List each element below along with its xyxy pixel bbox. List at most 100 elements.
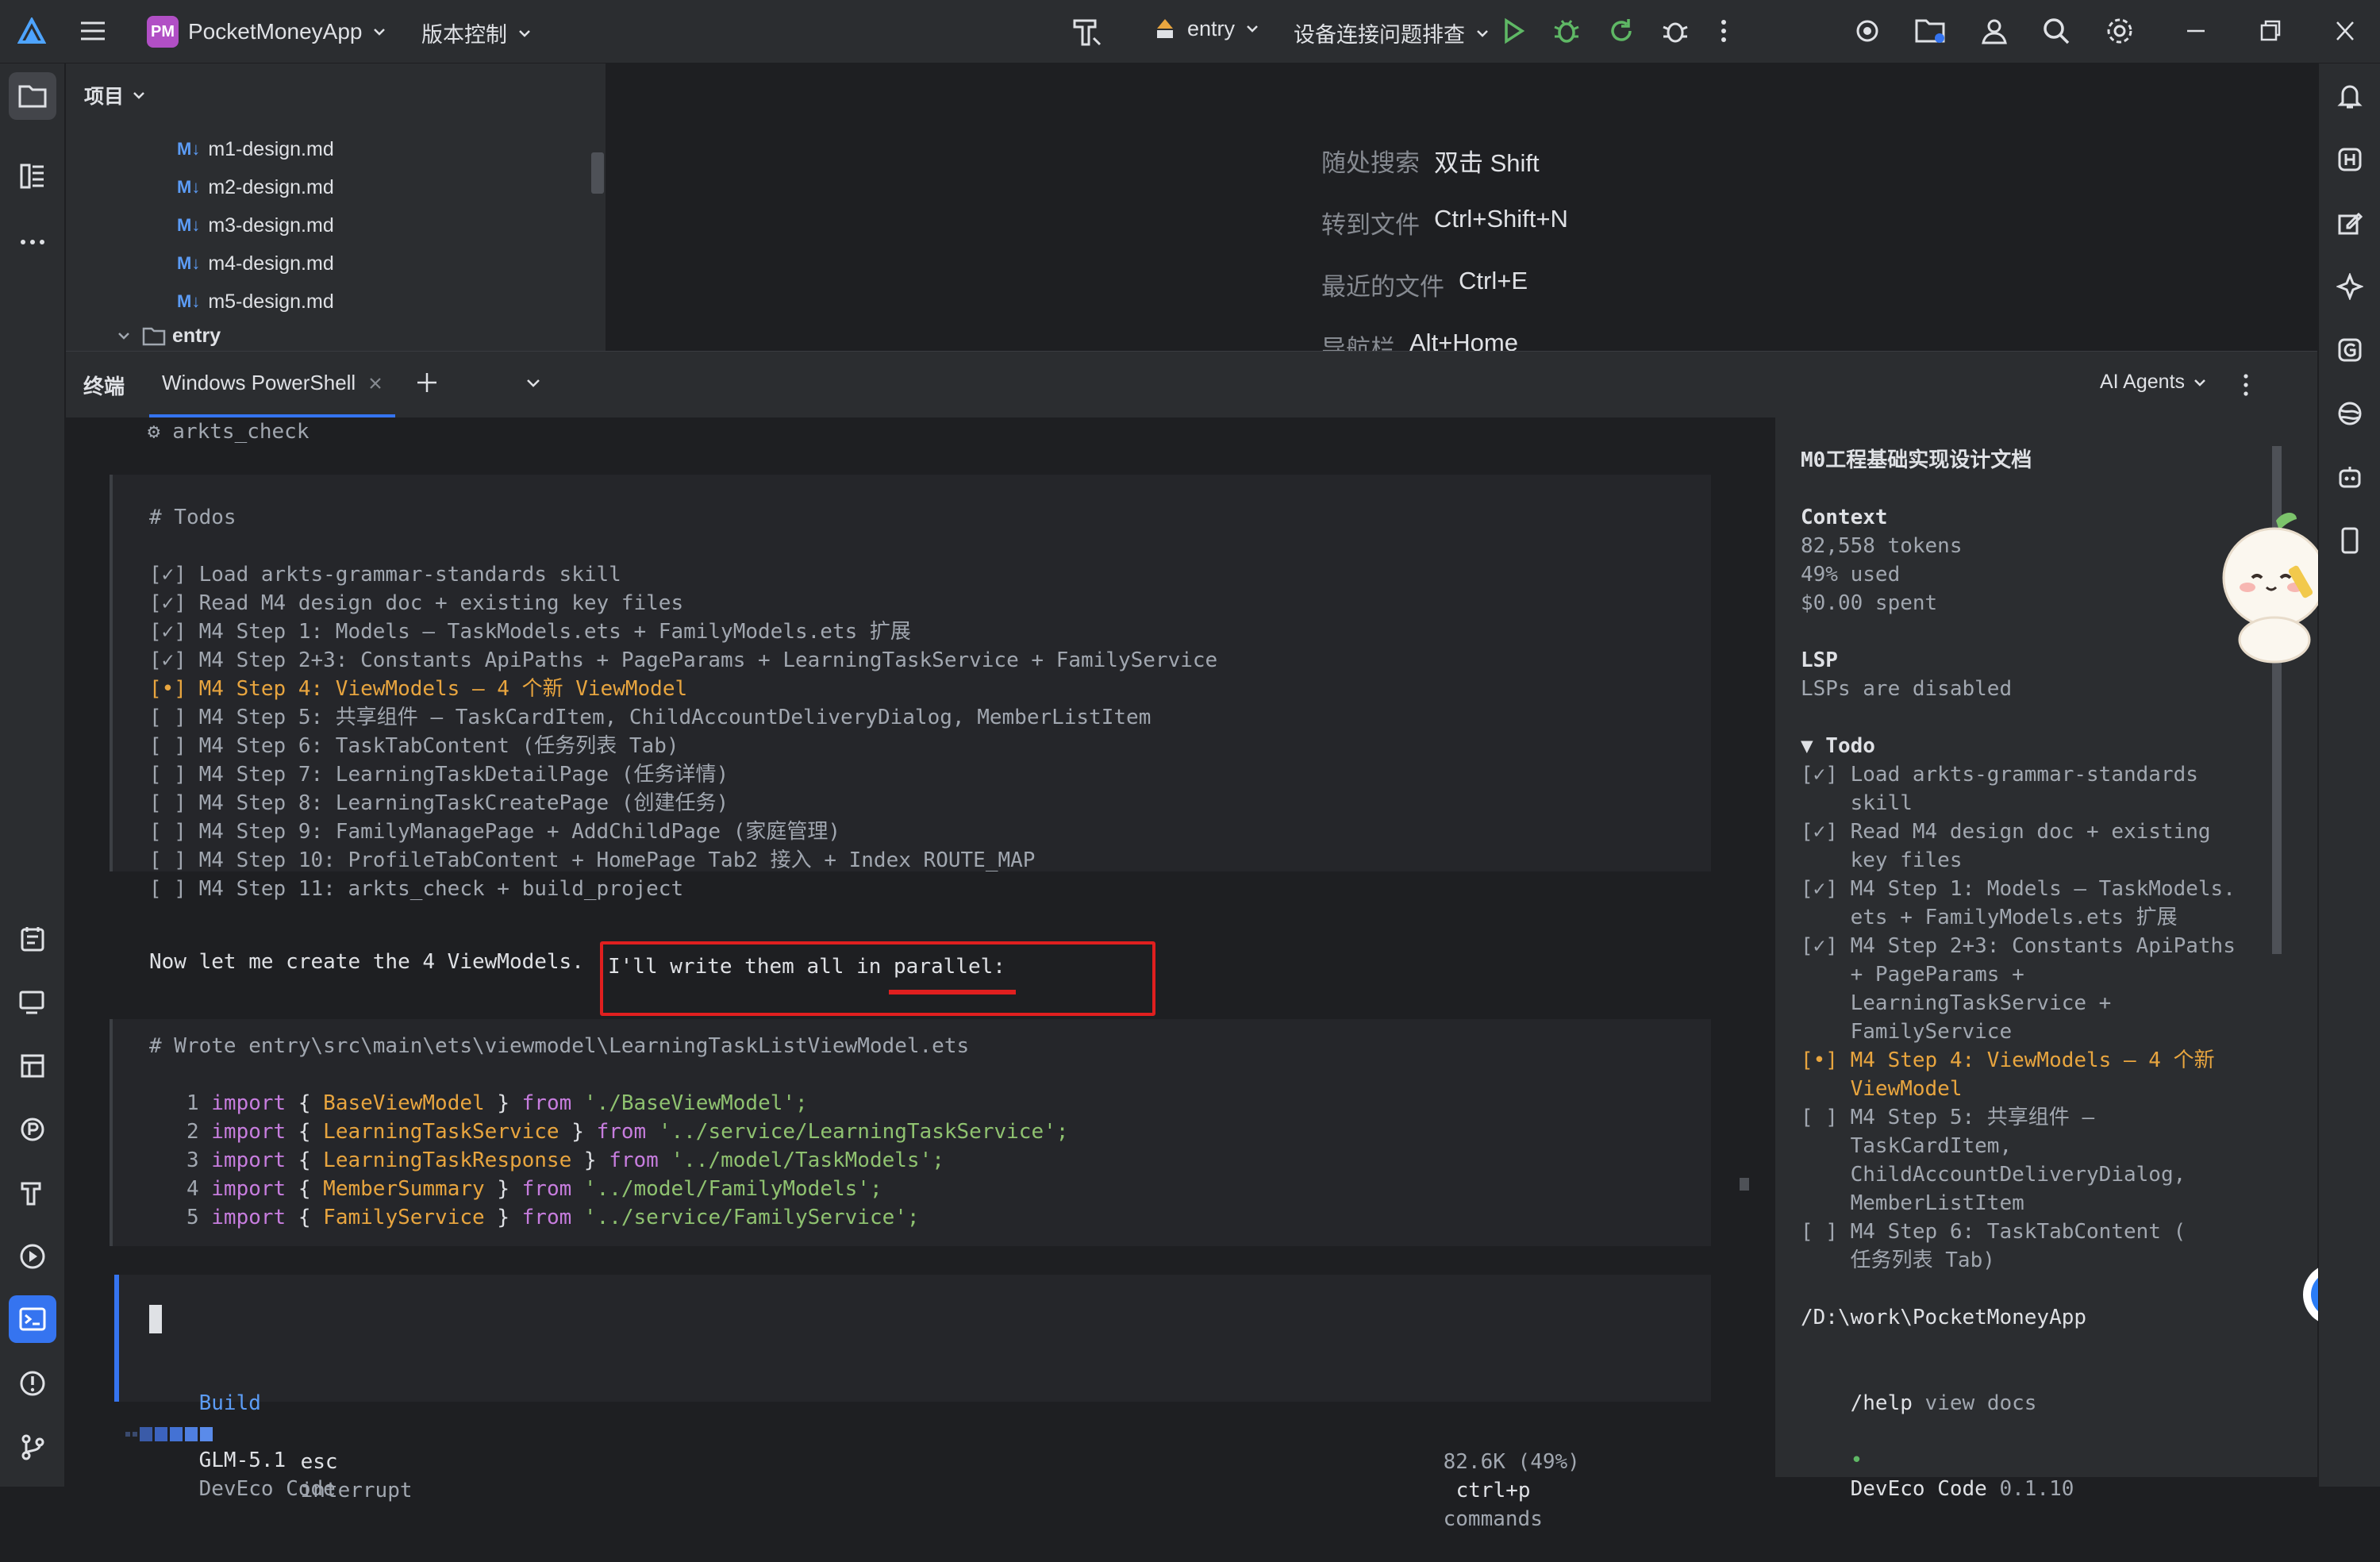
terminal-scrollbar[interactable] [1740, 1178, 1749, 1191]
project-scrollbar[interactable] [591, 152, 604, 194]
project-panel-title: 项目 [84, 86, 125, 108]
run-tool-icon[interactable] [9, 1233, 56, 1280]
tree-file-item[interactable]: M↓ m3-design.md [177, 207, 334, 244]
lsp-status: LSPs are disabled [1801, 677, 2013, 701]
sidebar-todo-line: TaskCardItem, [1801, 1134, 2013, 1158]
harmony-icon[interactable] [2326, 136, 2374, 183]
build-tool-icon[interactable] [9, 1169, 56, 1217]
edit-note-icon[interactable] [2326, 199, 2374, 247]
title-bar: PM PocketMoneyApp 版本控制 entry 设备连接问题排查 [0, 0, 2380, 63]
project-view-selector[interactable]: 项目 [84, 81, 146, 110]
attach-debugger-icon[interactable] [1660, 16, 1690, 46]
minimize-icon[interactable] [2184, 16, 2208, 46]
problems-icon[interactable] [9, 1360, 56, 1407]
project-switcher[interactable]: PM PocketMoneyApp [147, 16, 387, 48]
project-tool-icon[interactable] [9, 72, 56, 120]
prompt-input[interactable] [114, 1275, 1711, 1402]
tree-file-item[interactable]: M↓ m4-design.md [177, 245, 334, 282]
sidebar-todo-line: [✓] M4 Step 2+3: Constants ApiPaths [1801, 934, 2236, 958]
vcs-menu[interactable]: 版本控制 [421, 17, 533, 48]
code-line: 2 import { LearningTaskService } from '.… [149, 1118, 1068, 1146]
search-icon[interactable] [2041, 16, 2071, 46]
sidebar-todo-line: [✓] M4 Step 1: Models — TaskModels. [1801, 877, 2236, 901]
type-name: MemberSummary [323, 1177, 485, 1201]
tree-file-item[interactable]: M↓ m1-design.md [177, 131, 334, 167]
notifications-bell-icon[interactable] [2326, 72, 2374, 120]
ai-sparkle-icon[interactable] [2326, 263, 2374, 310]
run-config-selector[interactable]: entry [1152, 16, 1260, 41]
terminal-output[interactable]: ⚙ arkts_check # Todos [✓] Load arkts-gra… [86, 417, 1774, 1531]
context-used: 49% used [1801, 563, 1901, 587]
sidebar-todo-line: ets + FamilyModels.ets 扩展 [1801, 906, 2178, 929]
chevron-down-icon [2193, 375, 2207, 390]
todo-item: [ ] M4 Step 5: 共享组件 — TaskCardItem, Chil… [149, 706, 1152, 729]
device-phone-icon[interactable] [2326, 517, 2374, 564]
hint-recent-files: 最近的文件 Ctrl+E [1321, 267, 1528, 302]
account-icon[interactable] [1979, 16, 2009, 46]
hint-key: 双击 Shift [1434, 149, 1540, 177]
terminal-tool-icon[interactable] [9, 1295, 56, 1343]
mode-label: Build [198, 1391, 261, 1415]
more-vertical-icon[interactable] [1717, 16, 1730, 46]
todo-item: [✓] M4 Step 2+3: Constants ApiPaths + Pa… [149, 648, 1218, 672]
right-tool-window-bar [2318, 63, 2380, 1487]
git-branch-icon[interactable] [9, 1423, 56, 1471]
file-name: m5-design.md [208, 290, 334, 313]
brace: { [286, 1206, 324, 1229]
tab-label: Windows PowerShell [162, 371, 356, 394]
tab-windows-powershell[interactable]: Windows PowerShell [149, 352, 396, 418]
hint-key: Ctrl+Shift+N [1434, 205, 1568, 233]
close-icon[interactable] [2333, 17, 2357, 44]
todo-item: [ ] M4 Step 8: LearningTaskCreatePage (创… [149, 791, 729, 815]
ai-agents-selector[interactable]: AI Agents [2100, 371, 2207, 394]
esc-key: esc [300, 1450, 338, 1474]
device-selector[interactable]: 设备连接问题排查 [1294, 17, 1490, 48]
debug-icon[interactable] [1551, 16, 1582, 46]
project-structure-icon[interactable] [1914, 16, 1947, 46]
settings-gear-icon[interactable] [2105, 16, 2135, 46]
assistant-mascot-avatar[interactable] [2219, 505, 2330, 664]
todo-tool-icon[interactable] [9, 915, 56, 963]
device-label: 设备连接问题排查 [1294, 23, 1465, 47]
main-menu-icon[interactable] [78, 16, 108, 46]
layout-inspector-icon[interactable] [9, 1042, 56, 1090]
profiler-icon[interactable] [9, 1106, 56, 1153]
terminal-options-icon[interactable] [2240, 371, 2251, 399]
globe-icon[interactable] [2326, 390, 2374, 437]
new-tab-plus-icon[interactable] [413, 369, 440, 396]
bot-icon[interactable] [2326, 453, 2374, 501]
hint-key: Ctrl+E [1459, 267, 1528, 294]
more-tools-icon[interactable] [9, 218, 56, 266]
structure-tool-icon[interactable] [9, 152, 56, 200]
hot-reload-icon[interactable] [1606, 16, 1636, 46]
tab-dropdown-chevron-icon[interactable] [525, 374, 542, 391]
device-log-icon[interactable] [9, 979, 56, 1026]
todo-item: [ ] M4 Step 6: TaskTabContent (任务列表 Tab) [149, 734, 679, 758]
run-icon[interactable] [1498, 16, 1528, 46]
brace: } [559, 1120, 597, 1144]
todo-item: [•] M4 Step 4: ViewModels — 4 个新 ViewMod… [149, 677, 688, 701]
code-line: 5 import { FamilyService } from '../serv… [149, 1203, 920, 1232]
session-title: M0工程基础实现设计文档 [1801, 448, 2032, 472]
gradle-g-icon[interactable] [2326, 326, 2374, 374]
file-name: m3-design.md [208, 214, 334, 237]
module-path: '../model/FamilyModels'; [571, 1177, 882, 1201]
tree-file-item[interactable]: M↓ m5-design.md [177, 283, 334, 320]
device-manager-icon[interactable] [1852, 16, 1882, 46]
restore-icon[interactable] [2259, 17, 2282, 44]
chevron-down-icon [117, 329, 131, 343]
todo-item: [ ] M4 Step 7: LearningTaskDetailPage (任… [149, 763, 729, 787]
sidebar-todo-line: skill [1801, 791, 1913, 815]
brace: } [484, 1177, 522, 1201]
brand-version: • DevEco Code 0.1.10 [1801, 1418, 2074, 1532]
chevron-down-icon [371, 24, 387, 40]
todo-heading[interactable]: ▼ Todo [1801, 732, 1875, 760]
tree-folder-item[interactable]: entry [117, 321, 221, 350]
tree-file-item[interactable]: M↓ m2-design.md [177, 169, 334, 206]
file-name: m1-design.md [208, 137, 334, 160]
build-hammer-icon[interactable] [1070, 14, 1105, 49]
brace: { [286, 1177, 324, 1201]
todo-item: [✓] M4 Step 1: Models — TaskModels.ets +… [149, 620, 911, 644]
close-tab-icon[interactable] [368, 376, 383, 390]
type-name: FamilyService [323, 1206, 485, 1229]
